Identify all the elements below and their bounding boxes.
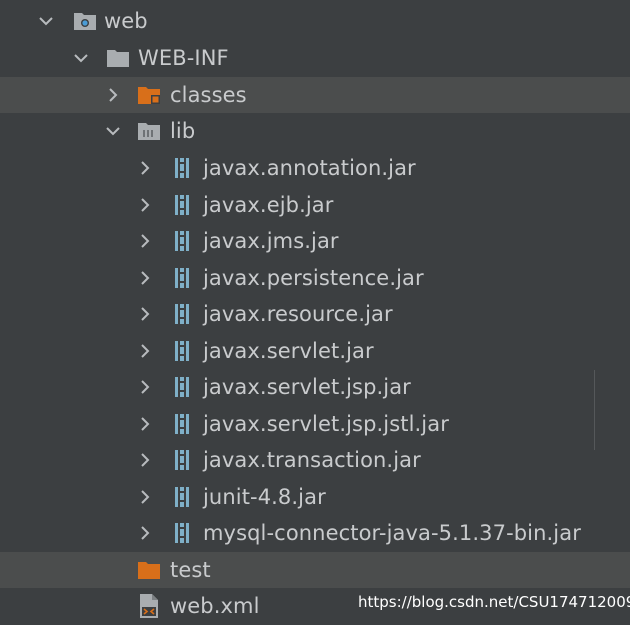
tree-item-label: classes [170, 83, 247, 107]
scrollbar-edge [594, 370, 595, 450]
chevron-down-icon[interactable] [72, 49, 90, 67]
tree-item-label: javax.resource.jar [203, 302, 393, 326]
tree-item-label: javax.transaction.jar [203, 448, 421, 472]
folder-icon [106, 47, 130, 69]
jar-library-icon [172, 522, 196, 544]
tree-item-web[interactable]: web [0, 3, 630, 39]
orange-folder-icon [137, 559, 161, 581]
chevron-right-icon[interactable] [136, 232, 154, 250]
tree-item-label: junit-4.8.jar [203, 485, 326, 509]
chevron-right-icon[interactable] [136, 524, 154, 542]
chevron-down-icon[interactable] [104, 122, 122, 140]
tree-item-label: javax.servlet.jsp.jar [203, 375, 411, 399]
tree-item-label: WEB-INF [138, 46, 229, 70]
jar-library-icon [172, 194, 196, 216]
chevron-right-icon[interactable] [136, 196, 154, 214]
tree-item-label: test [170, 558, 211, 582]
xml-file-icon [137, 593, 161, 619]
tree-item-jar[interactable]: javax.ejb.jar [0, 187, 630, 223]
jar-library-icon [172, 413, 196, 435]
chevron-right-icon[interactable] [136, 415, 154, 433]
chevron-right-icon[interactable] [136, 305, 154, 323]
tree-item-label: lib [170, 119, 196, 143]
tree-item-label: javax.jms.jar [203, 229, 339, 253]
watermark-text: https://blog.csdn.net/CSU174712009 [358, 593, 630, 611]
tree-item-label: web.xml [170, 594, 260, 618]
jar-library-icon [172, 340, 196, 362]
jar-library-icon [172, 157, 196, 179]
jar-library-icon [172, 303, 196, 325]
jar-library-icon [172, 486, 196, 508]
tree-item-jar[interactable]: javax.servlet.jsp.jstl.jar [0, 406, 630, 442]
chevron-right-icon[interactable] [136, 451, 154, 469]
tree-item-web-inf[interactable]: WEB-INF [0, 40, 630, 76]
tree-item-jar[interactable]: javax.transaction.jar [0, 442, 630, 478]
jar-library-icon [172, 230, 196, 252]
jar-library-icon [172, 376, 196, 398]
tree-item-jar[interactable]: mysql-connector-java-5.1.37-bin.jar [0, 515, 630, 551]
chevron-right-icon[interactable] [136, 159, 154, 177]
chevron-right-icon[interactable] [136, 269, 154, 287]
tree-item-lib[interactable]: lib [0, 113, 630, 149]
tree-item-jar[interactable]: javax.servlet.jar [0, 333, 630, 369]
tree-item-label: javax.annotation.jar [203, 156, 416, 180]
chevron-right-icon[interactable] [136, 342, 154, 360]
tree-item-jar[interactable]: javax.jms.jar [0, 223, 630, 259]
tree-item-jar[interactable]: javax.servlet.jsp.jar [0, 369, 630, 405]
chevron-down-icon[interactable] [37, 12, 55, 30]
jar-library-icon [172, 267, 196, 289]
chevron-right-icon[interactable] [136, 378, 154, 396]
tree-item-label: javax.ejb.jar [203, 193, 334, 217]
tree-item-label: mysql-connector-java-5.1.37-bin.jar [203, 521, 581, 545]
tree-item-label: javax.persistence.jar [203, 266, 424, 290]
chevron-right-icon[interactable] [136, 488, 154, 506]
tree-item-jar[interactable]: junit-4.8.jar [0, 479, 630, 515]
tree-item-jar[interactable]: javax.resource.jar [0, 296, 630, 332]
tree-item-label: javax.servlet.jar [203, 339, 374, 363]
tree-item-jar[interactable]: javax.annotation.jar [0, 150, 630, 186]
web-folder-icon [73, 10, 97, 32]
tree-item-jar[interactable]: javax.persistence.jar [0, 260, 630, 296]
excluded-folder-icon [137, 84, 161, 106]
project-tree: web WEB-INF classes lib javax.annotation… [0, 0, 630, 625]
tree-item-test[interactable]: test [0, 552, 630, 588]
tree-item-label: web [104, 9, 148, 33]
tree-item-classes[interactable]: classes [0, 77, 630, 113]
folder-icon [137, 120, 161, 142]
jar-library-icon [172, 449, 196, 471]
tree-item-label: javax.servlet.jsp.jstl.jar [203, 412, 449, 436]
chevron-right-icon[interactable] [104, 86, 122, 104]
